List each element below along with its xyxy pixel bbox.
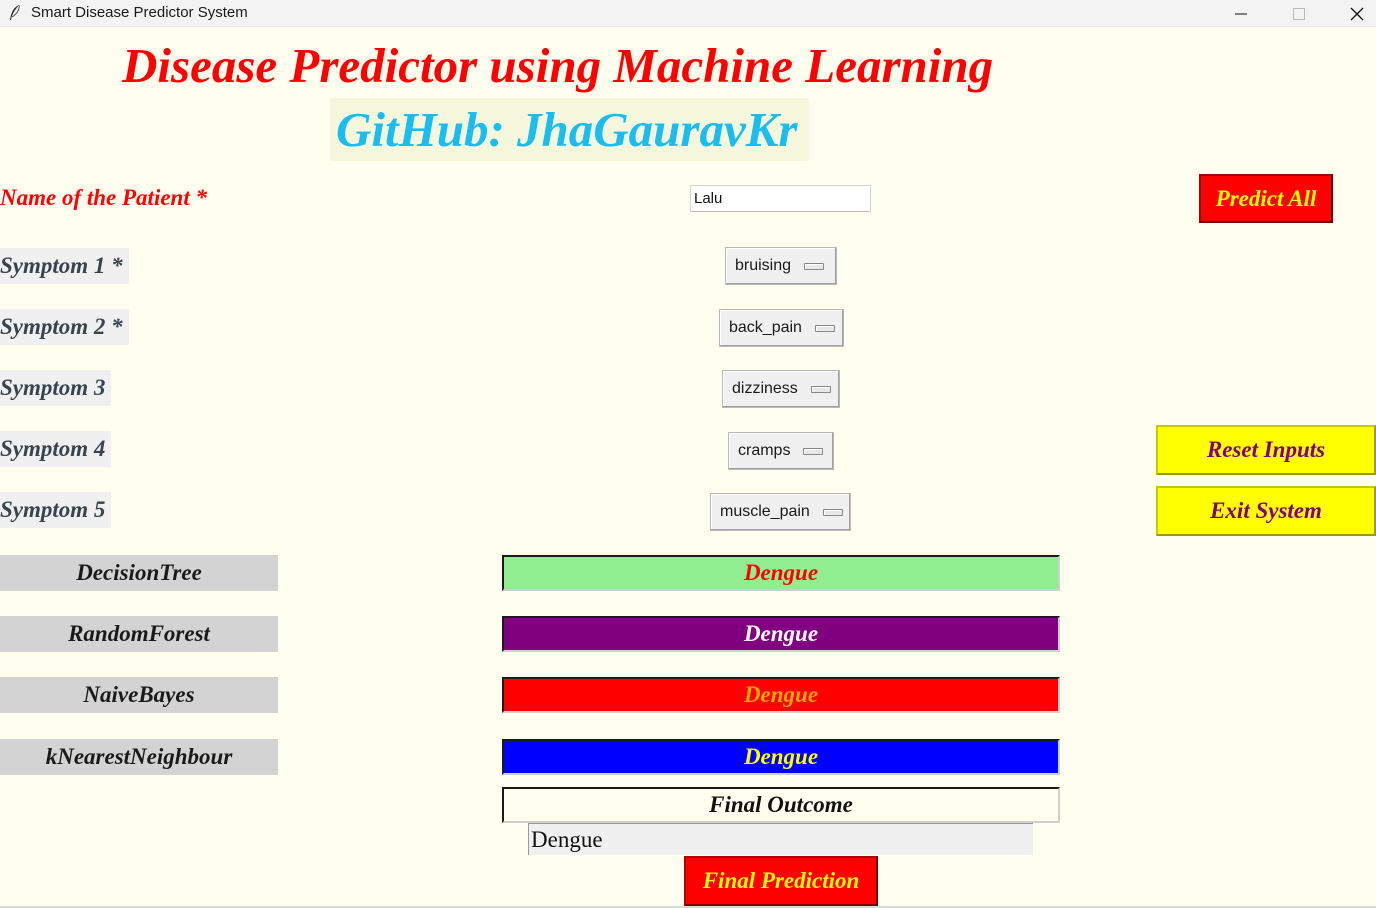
symptom-5-dropdown[interactable]: muscle_pain <box>710 493 851 531</box>
decision-tree-label: DecisionTree <box>0 555 278 591</box>
title-bar: Smart Disease Predictor System <box>0 0 1376 27</box>
symptom-2-value: back_pain <box>729 319 802 336</box>
symptom-5-label: Symptom 5 <box>0 492 112 528</box>
decision-tree-result: Dengue <box>502 555 1060 591</box>
final-outcome-value: Dengue <box>528 823 1033 855</box>
symptom-4-dropdown[interactable]: cramps <box>728 432 834 470</box>
predict-all-button[interactable]: Predict All <box>1199 174 1333 223</box>
page-title: Disease Predictor using Machine Learning <box>122 38 994 93</box>
patient-name-input[interactable] <box>690 185 871 212</box>
feather-icon <box>10 4 20 20</box>
maximize-icon <box>1293 7 1305 20</box>
symptom-2-dropdown[interactable]: back_pain <box>719 309 844 347</box>
symptom-1-label: Symptom 1 * <box>0 248 129 284</box>
close-icon <box>1350 7 1364 20</box>
dropdown-indicator-icon <box>810 385 831 393</box>
final-prediction-button[interactable]: Final Prediction <box>684 856 878 906</box>
dropdown-indicator-icon <box>814 324 835 332</box>
patient-name-label: Name of the Patient * <box>0 185 207 210</box>
github-label: GitHub: JhaGauravKr <box>330 98 809 161</box>
maximize-button[interactable] <box>1270 0 1328 27</box>
knn-result: Dengue <box>502 739 1060 775</box>
exit-system-button[interactable]: Exit System <box>1156 486 1376 536</box>
symptom-4-value: cramps <box>738 442 791 459</box>
final-outcome-label: Final Outcome <box>502 787 1060 823</box>
reset-inputs-button[interactable]: Reset Inputs <box>1156 425 1376 475</box>
knn-label: kNearestNeighbour <box>0 739 278 775</box>
symptom-3-value: dizziness <box>732 380 798 397</box>
minimize-icon <box>1235 13 1247 14</box>
naive-bayes-result: Dengue <box>502 677 1060 713</box>
symptom-3-dropdown[interactable]: dizziness <box>722 370 840 408</box>
naive-bayes-label: NaiveBayes <box>0 677 278 713</box>
dropdown-indicator-icon <box>803 447 824 455</box>
symptom-1-dropdown[interactable]: bruising <box>725 247 837 285</box>
symptom-1-value: bruising <box>735 257 792 274</box>
random-forest-result: Dengue <box>502 616 1060 652</box>
symptom-5-value: muscle_pain <box>720 503 810 520</box>
random-forest-label: RandomForest <box>0 616 278 652</box>
window-title: Smart Disease Predictor System <box>31 4 248 21</box>
minimize-button[interactable] <box>1212 0 1270 27</box>
dropdown-indicator-icon <box>804 262 825 270</box>
symptom-2-label: Symptom 2 * <box>0 309 129 345</box>
symptom-4-label: Symptom 4 <box>0 431 112 467</box>
dropdown-indicator-icon <box>822 508 843 516</box>
close-button[interactable] <box>1328 0 1376 27</box>
symptom-3-label: Symptom 3 <box>0 370 112 406</box>
